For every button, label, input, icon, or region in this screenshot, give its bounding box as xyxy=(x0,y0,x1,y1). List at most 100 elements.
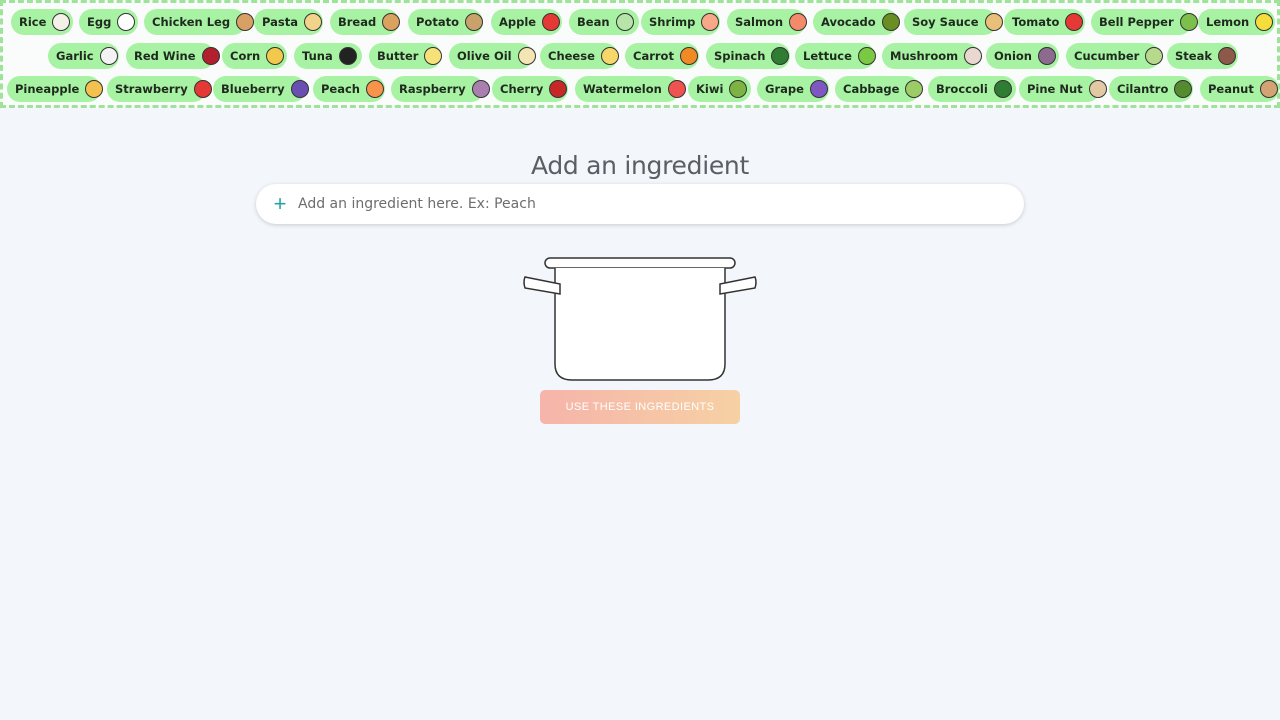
ingredient-chip-chicken-leg[interactable]: Chicken Leg xyxy=(144,9,255,35)
avocado-icon xyxy=(881,13,900,31)
ingredient-chip-label: Bell Pepper xyxy=(1099,15,1174,29)
ingredient-chip-label: Apple xyxy=(499,15,537,29)
watermelon-icon xyxy=(667,80,686,98)
ingredient-chip-label: Onion xyxy=(994,49,1032,63)
ingredient-chip-label: Butter xyxy=(377,49,419,63)
cilantro-icon xyxy=(1174,80,1193,98)
ingredient-chip-label: Steak xyxy=(1175,49,1212,63)
ingredient-chip-spinach[interactable]: Spinach xyxy=(706,43,790,69)
cooking-pot-icon xyxy=(523,257,757,381)
chicken-leg-icon xyxy=(236,13,255,31)
ingredient-chip-shrimp[interactable]: Shrimp xyxy=(641,9,720,35)
peanut-icon xyxy=(1259,80,1278,98)
ingredient-chip-label: Chicken Leg xyxy=(152,15,231,29)
ingredient-chip-soy-sauce[interactable]: Soy Sauce xyxy=(904,9,1003,35)
ingredient-chip-watermelon[interactable]: Watermelon xyxy=(575,76,686,102)
ingredient-chip-strawberry[interactable]: Strawberry xyxy=(107,76,212,102)
ingredient-chip-label: Rice xyxy=(19,15,47,29)
ingredient-chip-label: Spinach xyxy=(714,49,766,63)
olive-oil-icon xyxy=(517,47,536,65)
corn-icon xyxy=(266,47,285,65)
pine-nut-icon xyxy=(1088,80,1107,98)
ingredient-chip-bar: Rice Egg Chicken Leg Pasta Bread Potato Apple B… xyxy=(0,0,1280,108)
ingredient-chip-bell-pepper[interactable]: Bell Pepper xyxy=(1091,9,1198,35)
ingredient-chip-label: Carrot xyxy=(633,49,674,63)
ingredient-input[interactable] xyxy=(296,184,1024,224)
ingredient-chip-tuna[interactable]: Tuna xyxy=(294,43,362,69)
ingredient-chip-label: Tomato xyxy=(1012,15,1060,29)
peach-icon xyxy=(366,80,384,98)
ingredient-chip-garlic[interactable]: Garlic xyxy=(48,43,119,69)
ingredient-chip-label: Lemon xyxy=(1206,15,1250,29)
ingredient-chip-kiwi[interactable]: Kiwi xyxy=(688,76,751,102)
ingredient-chip-raspberry[interactable]: Raspberry xyxy=(391,76,490,102)
ingredient-chip-pineapple[interactable]: Pineapple xyxy=(7,76,104,102)
apple-icon xyxy=(542,13,561,31)
strawberry-icon xyxy=(193,80,212,98)
ingredient-chip-cherry[interactable]: Cherry xyxy=(492,76,568,102)
ingredient-chip-carrot[interactable]: Carrot xyxy=(625,43,699,69)
ingredient-chip-tomato[interactable]: Tomato xyxy=(1004,9,1085,35)
ingredient-chip-label: Cilantro xyxy=(1117,82,1169,96)
ingredient-chip-label: Cabbage xyxy=(843,82,900,96)
ingredient-chip-label: Corn xyxy=(230,49,261,63)
ingredient-chip-label: Cheese xyxy=(548,49,595,63)
grape-icon xyxy=(809,80,828,98)
ingredient-chip-label: Bean xyxy=(577,15,610,29)
ingredient-chip-bean[interactable]: Bean xyxy=(569,9,639,35)
ingredient-chip-label: Bread xyxy=(338,15,377,29)
ingredient-chip-pasta[interactable]: Pasta xyxy=(254,9,323,35)
ingredient-chip-broccoli[interactable]: Broccoli xyxy=(928,76,1016,102)
ingredient-chip-lettuce[interactable]: Lettuce xyxy=(795,43,876,69)
ingredient-chip-label: Salmon xyxy=(735,15,784,29)
lemon-icon xyxy=(1255,13,1274,31)
tomato-icon xyxy=(1065,13,1084,31)
ingredient-chip-cabbage[interactable]: Cabbage xyxy=(835,76,924,102)
ingredient-chip-apple[interactable]: Apple xyxy=(491,9,562,35)
ingredient-chip-salmon[interactable]: Salmon xyxy=(727,9,808,35)
ingredient-chip-potato[interactable]: Potato xyxy=(408,9,483,35)
ingredient-chip-avocado[interactable]: Avocado xyxy=(813,9,900,35)
ingredient-chip-corn[interactable]: Corn xyxy=(222,43,287,69)
ingredient-chip-peach[interactable]: Peach xyxy=(313,76,385,102)
ingredient-chip-egg[interactable]: Egg xyxy=(79,9,138,35)
spinach-icon xyxy=(771,47,790,65)
ingredient-chip-label: Broccoli xyxy=(936,82,988,96)
butter-icon xyxy=(424,47,443,65)
cabbage-icon xyxy=(905,80,924,98)
ingredient-chip-blueberry[interactable]: Blueberry xyxy=(213,76,309,102)
use-ingredients-button[interactable]: USE THESE INGREDIENTS xyxy=(540,390,740,424)
ingredient-chip-label: Strawberry xyxy=(115,82,188,96)
ingredient-chip-peanut[interactable]: Peanut xyxy=(1200,76,1279,102)
ingredient-chip-lemon[interactable]: Lemon xyxy=(1198,9,1275,35)
ingredient-chip-onion[interactable]: Onion xyxy=(986,43,1059,69)
ingredient-chip-bread[interactable]: Bread xyxy=(330,9,401,35)
cheese-icon xyxy=(600,47,619,65)
lettuce-icon xyxy=(857,47,876,65)
onion-icon xyxy=(1038,47,1056,65)
ingredient-chip-steak[interactable]: Steak xyxy=(1167,43,1238,69)
potato-icon xyxy=(465,13,483,31)
ingredient-chip-cheese[interactable]: Cheese xyxy=(540,43,619,69)
plus-icon[interactable]: + xyxy=(264,184,296,224)
ingredient-chip-label: Egg xyxy=(87,15,112,29)
ingredient-chip-butter[interactable]: Butter xyxy=(369,43,443,69)
ingredient-chip-cilantro[interactable]: Cilantro xyxy=(1109,76,1193,102)
ingredient-chip-mushroom[interactable]: Mushroom xyxy=(882,43,983,69)
kiwi-icon xyxy=(729,80,748,98)
rice-bowl-icon xyxy=(52,13,71,31)
ingredient-search-bar: + xyxy=(256,184,1024,224)
cucumber-icon xyxy=(1145,47,1164,65)
ingredient-chip-label: Red Wine xyxy=(134,49,196,63)
ingredient-chip-red-wine[interactable]: Red Wine xyxy=(126,43,220,69)
ingredient-chip-label: Lettuce xyxy=(803,49,852,63)
carrot-icon xyxy=(679,47,698,65)
ingredient-chip-cucumber[interactable]: Cucumber xyxy=(1066,43,1164,69)
ingredient-chip-pine-nut[interactable]: Pine Nut xyxy=(1019,76,1107,102)
pot-body xyxy=(554,268,726,381)
ingredient-chip-grape[interactable]: Grape xyxy=(757,76,829,102)
ingredient-chip-olive-oil[interactable]: Olive Oil xyxy=(449,43,536,69)
ingredient-chip-rice[interactable]: Rice xyxy=(11,9,73,35)
ingredient-chip-label: Tuna xyxy=(302,49,333,63)
broccoli-icon xyxy=(993,80,1012,98)
